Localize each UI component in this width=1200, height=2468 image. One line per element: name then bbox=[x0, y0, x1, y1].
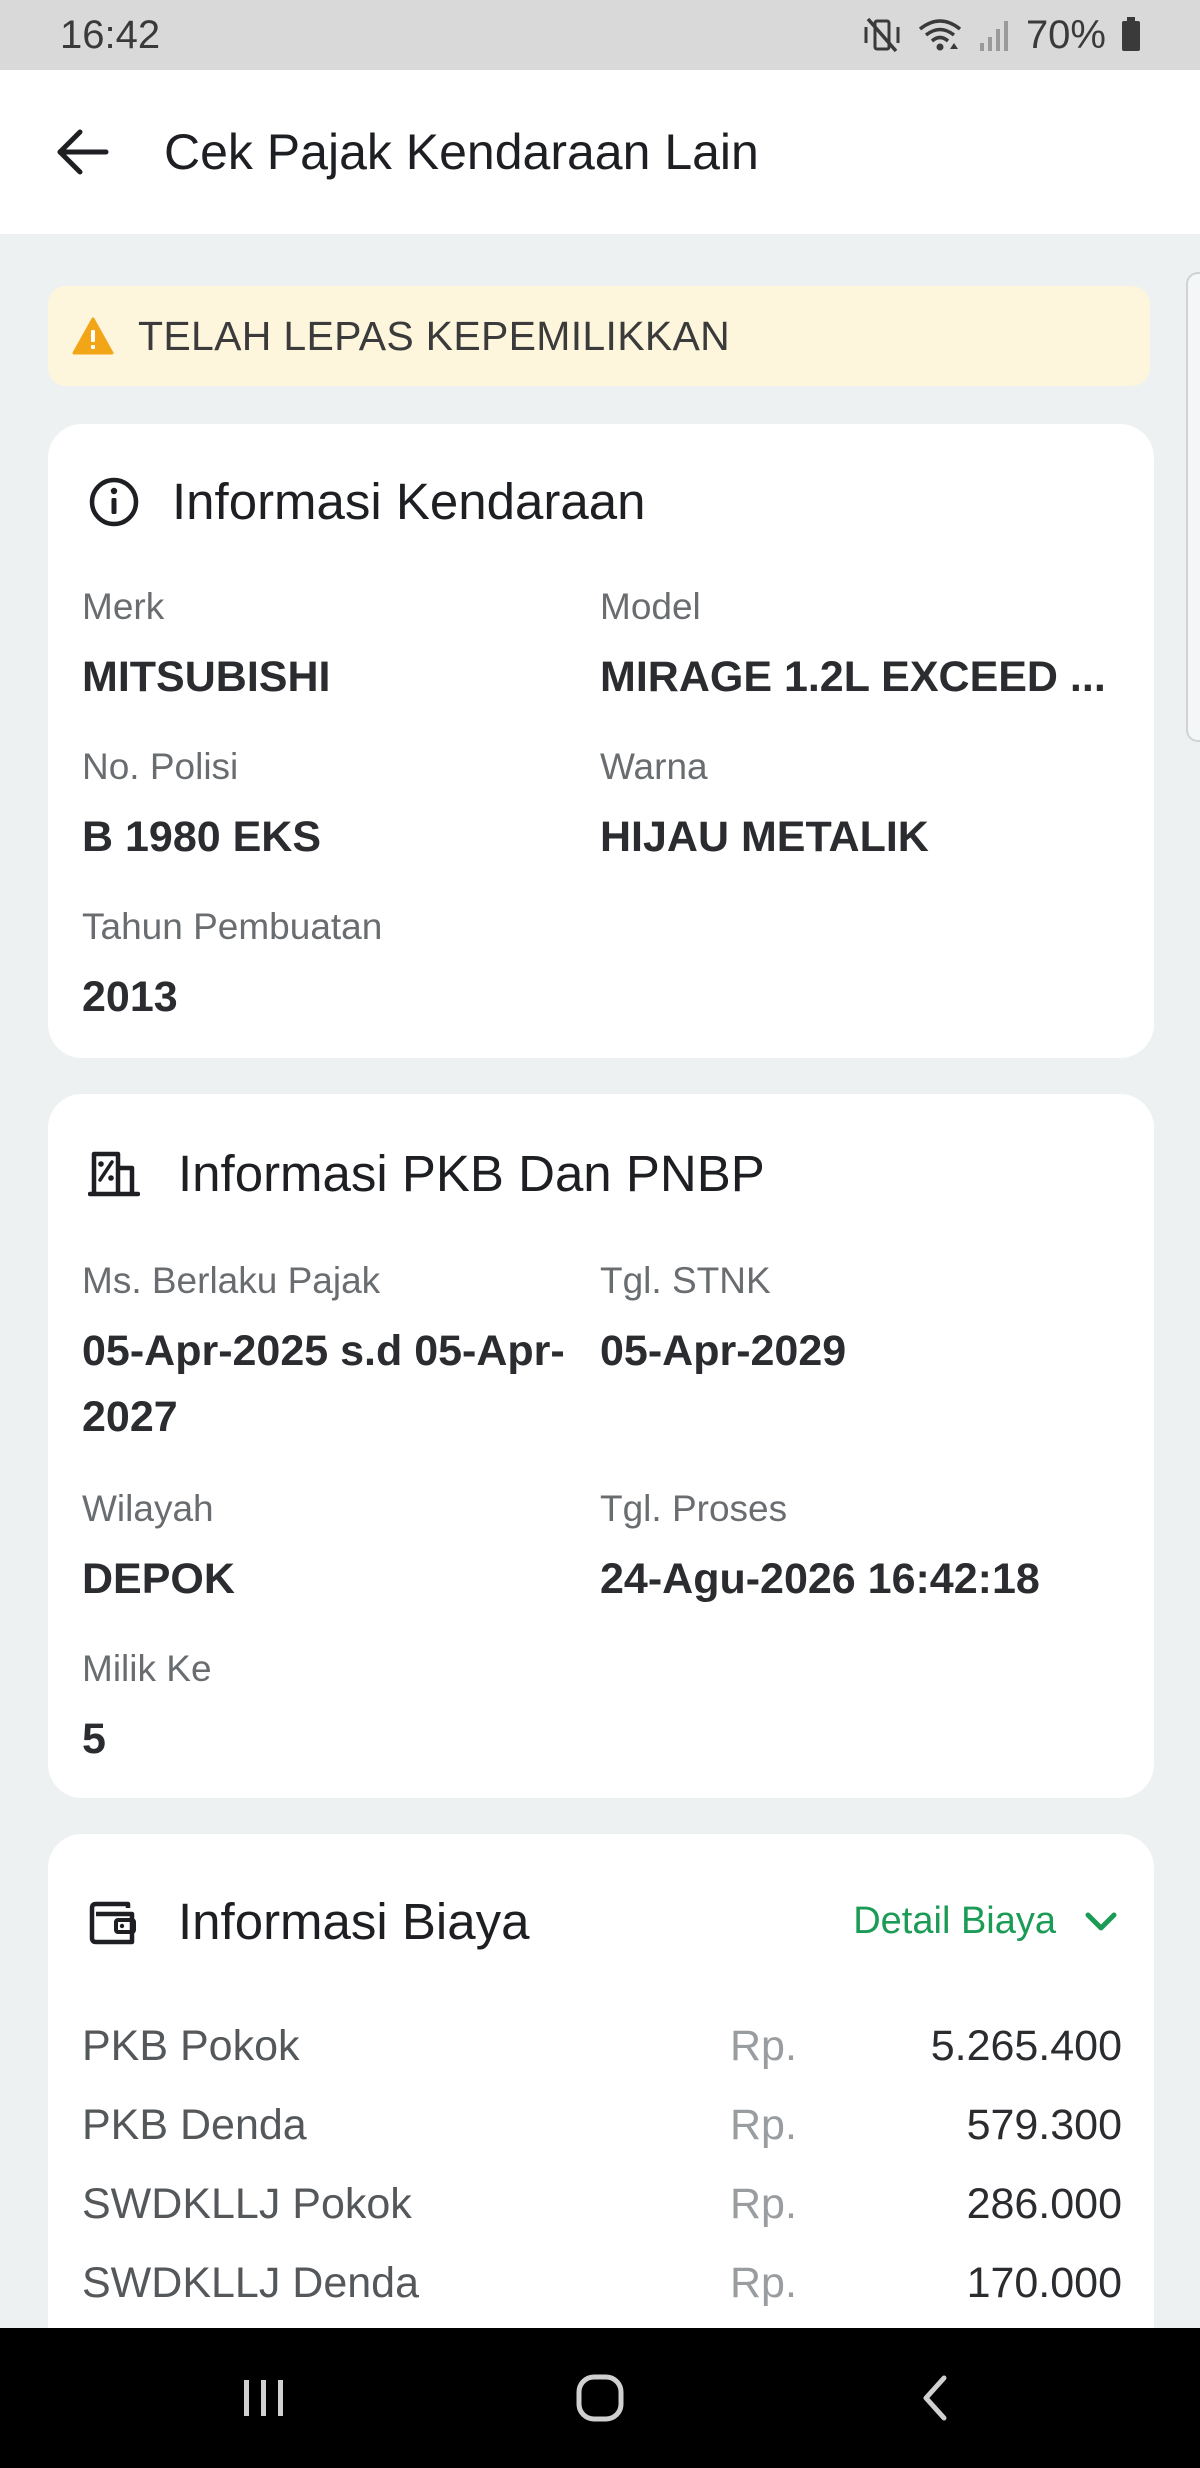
cost-amount: 5.265.400 bbox=[930, 2022, 1122, 2070]
back-button[interactable] bbox=[22, 92, 142, 212]
battery-icon bbox=[1122, 17, 1140, 51]
status-bar: 16:42 70% bbox=[0, 0, 1200, 70]
home-button[interactable] bbox=[540, 2358, 660, 2438]
pkb-info-header: Informasi PKB Dan PNBP bbox=[88, 1144, 765, 1203]
field-wilayah: Wilayah DEPOK bbox=[82, 1486, 235, 1612]
field-value: 2013 bbox=[82, 973, 178, 1021]
tax-building-icon bbox=[88, 1151, 140, 1196]
warning-text: TELAH LEPAS KEPEMILIKKAN bbox=[138, 312, 731, 359]
nav-back-button[interactable] bbox=[876, 2358, 996, 2438]
field-value: 05-Apr-2025 s.d 05-Apr-2027 bbox=[82, 1327, 565, 1441]
field-label: No. Polisi bbox=[82, 746, 239, 787]
field-tahun-pembuatan: Tahun Pembuatan 2013 bbox=[82, 904, 382, 1030]
field-merk: Merk MITSUBISHI bbox=[82, 584, 330, 710]
cost-name: PKB Pokok bbox=[82, 2022, 300, 2070]
detail-biaya-toggle[interactable]: Detail Biaya bbox=[853, 1900, 1118, 1943]
cost-amount: 170.000 bbox=[966, 2259, 1122, 2307]
info-circle-icon bbox=[89, 477, 139, 526]
signal-icon bbox=[979, 21, 1008, 51]
field-value: MIRAGE 1.2L EXCEED ... bbox=[600, 653, 1106, 701]
cost-name: PKB Denda bbox=[82, 2101, 307, 2149]
field-label: Merk bbox=[82, 586, 165, 627]
cost-amount: 579.300 bbox=[966, 2101, 1122, 2149]
cost-info-title: Informasi Biaya bbox=[178, 1893, 530, 1950]
wifi-icon bbox=[918, 19, 962, 51]
cost-info-card: Informasi Biaya Detail Biaya PKB Pokok R… bbox=[48, 1834, 1154, 2394]
scroll-indicator[interactable] bbox=[1186, 272, 1200, 742]
field-masa-berlaku-pajak: Ms. Berlaku Pajak 05-Apr-2025 s.d 05-Apr… bbox=[82, 1258, 582, 1450]
cost-row: PKB Denda Rp. 579.300 bbox=[82, 2101, 1122, 2161]
field-label: Milik Ke bbox=[82, 1648, 212, 1689]
field-model: Model MIRAGE 1.2L EXCEED ... bbox=[600, 584, 1106, 710]
home-icon bbox=[576, 2374, 624, 2422]
cost-currency: Rp. bbox=[730, 2259, 797, 2307]
ownership-warning-banner: TELAH LEPAS KEPEMILIKKAN bbox=[48, 286, 1150, 386]
cost-currency: Rp. bbox=[730, 2101, 797, 2149]
app-bar: Cek Pajak Kendaraan Lain bbox=[0, 70, 1200, 234]
pkb-info-title: Informasi PKB Dan PNBP bbox=[178, 1145, 765, 1202]
mute-vibrate-icon bbox=[864, 17, 900, 53]
field-tgl-stnk: Tgl. STNK 05-Apr-2029 bbox=[600, 1258, 846, 1384]
arrow-left-icon bbox=[57, 129, 109, 175]
cost-currency: Rp. bbox=[730, 2022, 797, 2070]
field-label: Ms. Berlaku Pajak bbox=[82, 1260, 381, 1301]
cost-currency: Rp. bbox=[730, 2180, 797, 2228]
recents-button[interactable] bbox=[204, 2358, 324, 2438]
chevron-down-icon bbox=[1085, 1912, 1117, 1930]
nav-back-icon bbox=[923, 2375, 947, 2421]
system-nav-bar bbox=[0, 2328, 1200, 2468]
field-value: 24-Agu-2026 16:42:18 bbox=[600, 1555, 1040, 1603]
cost-amount: 286.000 bbox=[966, 2180, 1122, 2228]
field-value: B 1980 EKS bbox=[82, 813, 322, 861]
battery-percent: 70% bbox=[1025, 12, 1106, 57]
page-title: Cek Pajak Kendaraan Lain bbox=[164, 124, 759, 180]
field-milik-ke: Milik Ke 5 bbox=[82, 1646, 212, 1772]
field-warna: Warna HIJAU METALIK bbox=[600, 744, 929, 870]
field-label: Tgl. Proses bbox=[600, 1488, 788, 1529]
field-tgl-proses: Tgl. Proses 24-Agu-2026 16:42:18 bbox=[600, 1486, 1040, 1612]
wallet-icon bbox=[89, 1901, 136, 1944]
cost-name: SWDKLLJ Denda bbox=[82, 2259, 419, 2307]
field-value: HIJAU METALIK bbox=[600, 813, 929, 861]
vehicle-info-card: Informasi Kendaraan Merk MITSUBISHI Mode… bbox=[48, 424, 1154, 1058]
cost-name: SWDKLLJ Pokok bbox=[82, 2180, 412, 2228]
field-value: DEPOK bbox=[82, 1555, 235, 1603]
cost-row: SWDKLLJ Denda Rp. 170.000 bbox=[82, 2259, 1122, 2319]
vehicle-info-title: Informasi Kendaraan bbox=[172, 473, 646, 530]
field-label: Wilayah bbox=[82, 1488, 214, 1529]
vehicle-info-header: Informasi Kendaraan bbox=[88, 472, 645, 531]
warning-triangle-icon bbox=[72, 317, 114, 355]
recents-icon bbox=[244, 2380, 283, 2416]
field-label: Warna bbox=[600, 746, 708, 787]
field-label: Model bbox=[600, 586, 701, 627]
cost-row: PKB Pokok Rp. 5.265.400 bbox=[82, 2022, 1122, 2082]
field-value: 5 bbox=[82, 1715, 106, 1763]
pkb-info-card: Informasi PKB Dan PNBP Ms. Berlaku Pajak… bbox=[48, 1094, 1154, 1798]
field-label: Tahun Pembuatan bbox=[82, 906, 383, 947]
field-no-polisi: No. Polisi B 1980 EKS bbox=[82, 744, 321, 870]
status-time: 16:42 bbox=[60, 12, 161, 57]
field-label: Tgl. STNK bbox=[600, 1260, 771, 1301]
cost-info-header: Informasi Biaya bbox=[88, 1892, 529, 1951]
status-icons: 70% bbox=[862, 13, 1142, 58]
field-value: MITSUBISHI bbox=[82, 653, 331, 701]
cost-row: SWDKLLJ Pokok Rp. 286.000 bbox=[82, 2180, 1122, 2240]
field-value: 05-Apr-2029 bbox=[600, 1327, 847, 1375]
detail-biaya-label: Detail Biaya bbox=[853, 1900, 1056, 1942]
